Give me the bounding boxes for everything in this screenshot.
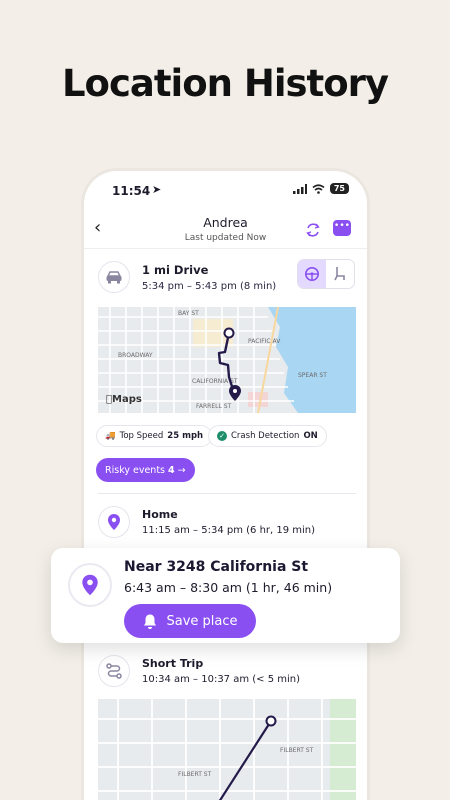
nav-header: ‹ Andrea Last updated Now ••• [84,211,367,249]
location-arrow-icon: ➤ [152,183,162,196]
status-icons: 75 [292,183,349,194]
short-trip-map[interactable]: FILBERT ST FILBERT ST [98,699,356,800]
arrow-right-icon: → [177,464,186,476]
status-bar: 11:54 ➤ 75 [84,171,367,211]
home-title: Home [142,508,178,521]
save-place-button[interactable]: Save place [124,604,256,638]
top-speed-chip: 🚚 Top Speed 25 mph [96,425,213,447]
check-circle-icon: ✓ [217,431,227,441]
map-street-label: FARRELL ST [196,403,232,410]
map-street-label: BROADWAY [118,352,153,359]
risky-events-button[interactable]: Risky events 4 → [96,458,195,482]
seat-icon [334,267,345,281]
map-street-label: FILBERT ST [280,747,314,754]
place-card[interactable]: Near 3248 California St 6:43 am – 8:30 a… [51,548,400,643]
drive-time: 5:34 pm – 5:43 pm (8 min) [142,281,277,292]
drive-route-map[interactable]: BAY ST BROADWAY CALIFORNIA ST FARRELL ST… [98,307,356,413]
bell-icon [144,614,157,629]
battery-indicator: 75 [329,183,349,194]
person-name: Andrea [203,215,248,230]
last-updated: Last updated Now [184,233,267,243]
driver-passenger-toggle[interactable] [297,259,355,289]
page-headline: Location History [61,62,389,105]
map-street-label: SPEAR ST [298,372,327,379]
map-street-label: BAY ST [178,310,199,317]
crash-detection-chip: ✓ Crash Detection ON [208,425,327,447]
route-icon [98,655,130,687]
divider [98,493,356,494]
place-pin-icon [68,563,112,607]
signal-icon [292,183,307,194]
short-trip-title: Short Trip [142,657,204,670]
wifi-icon [312,183,325,194]
place-time: 6:43 am – 8:30 am (1 hr, 46 min) [124,580,333,595]
chat-icon[interactable]: ••• [333,220,351,236]
phone-frame: 11:54 ➤ 75 ‹ Andrea Last updated Now ••• [81,168,370,800]
passenger-toggle-option[interactable] [326,260,354,288]
place-pin-icon [98,506,130,538]
truck-icon: 🚚 [105,431,116,441]
maps-logo: Maps [106,394,142,405]
map-street-label: FILBERT ST [178,771,212,778]
driver-toggle-option[interactable] [298,260,326,288]
place-title: Near 3248 California St [124,559,309,575]
status-time: 11:54 [112,184,151,198]
map-street-label: PACIFIC AV [248,338,281,345]
short-trip-time: 10:34 am – 10:37 am (< 5 min) [142,674,301,685]
refresh-icon[interactable] [304,221,322,239]
home-time: 11:15 am – 5:34 pm (6 hr, 19 min) [142,525,316,536]
car-icon [98,261,130,293]
steering-wheel-icon [305,267,319,281]
drive-title: 1 mi Drive [142,263,209,277]
